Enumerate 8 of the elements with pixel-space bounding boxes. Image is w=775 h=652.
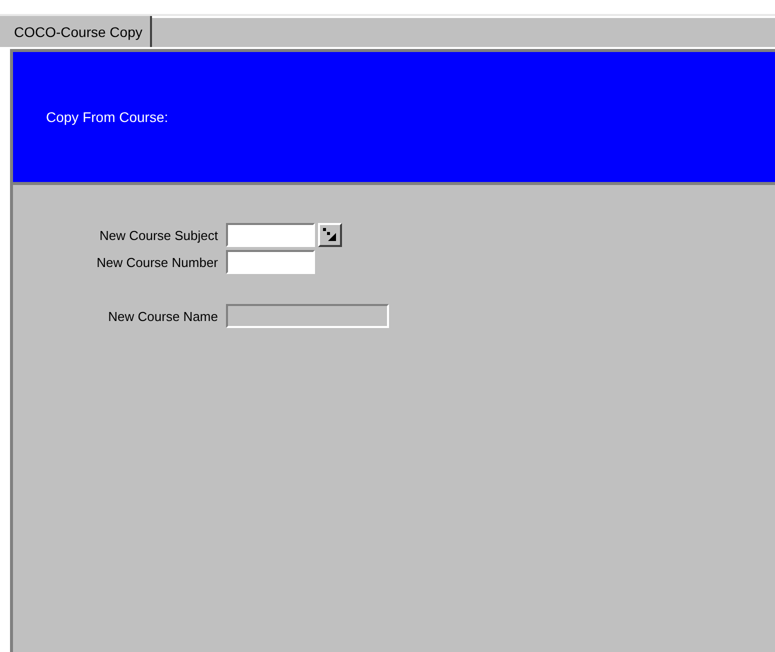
field-label: New Course Subject <box>100 228 218 242</box>
lookup-button[interactable] <box>318 223 342 247</box>
input-field[interactable] <box>226 223 315 247</box>
field-label: New Course Number <box>96 254 218 270</box>
lookup-icon <box>323 228 337 242</box>
input-field[interactable] <box>226 250 315 274</box>
field-label: New Course Name <box>108 308 218 324</box>
header-title: Copy From Course: <box>46 109 168 125</box>
